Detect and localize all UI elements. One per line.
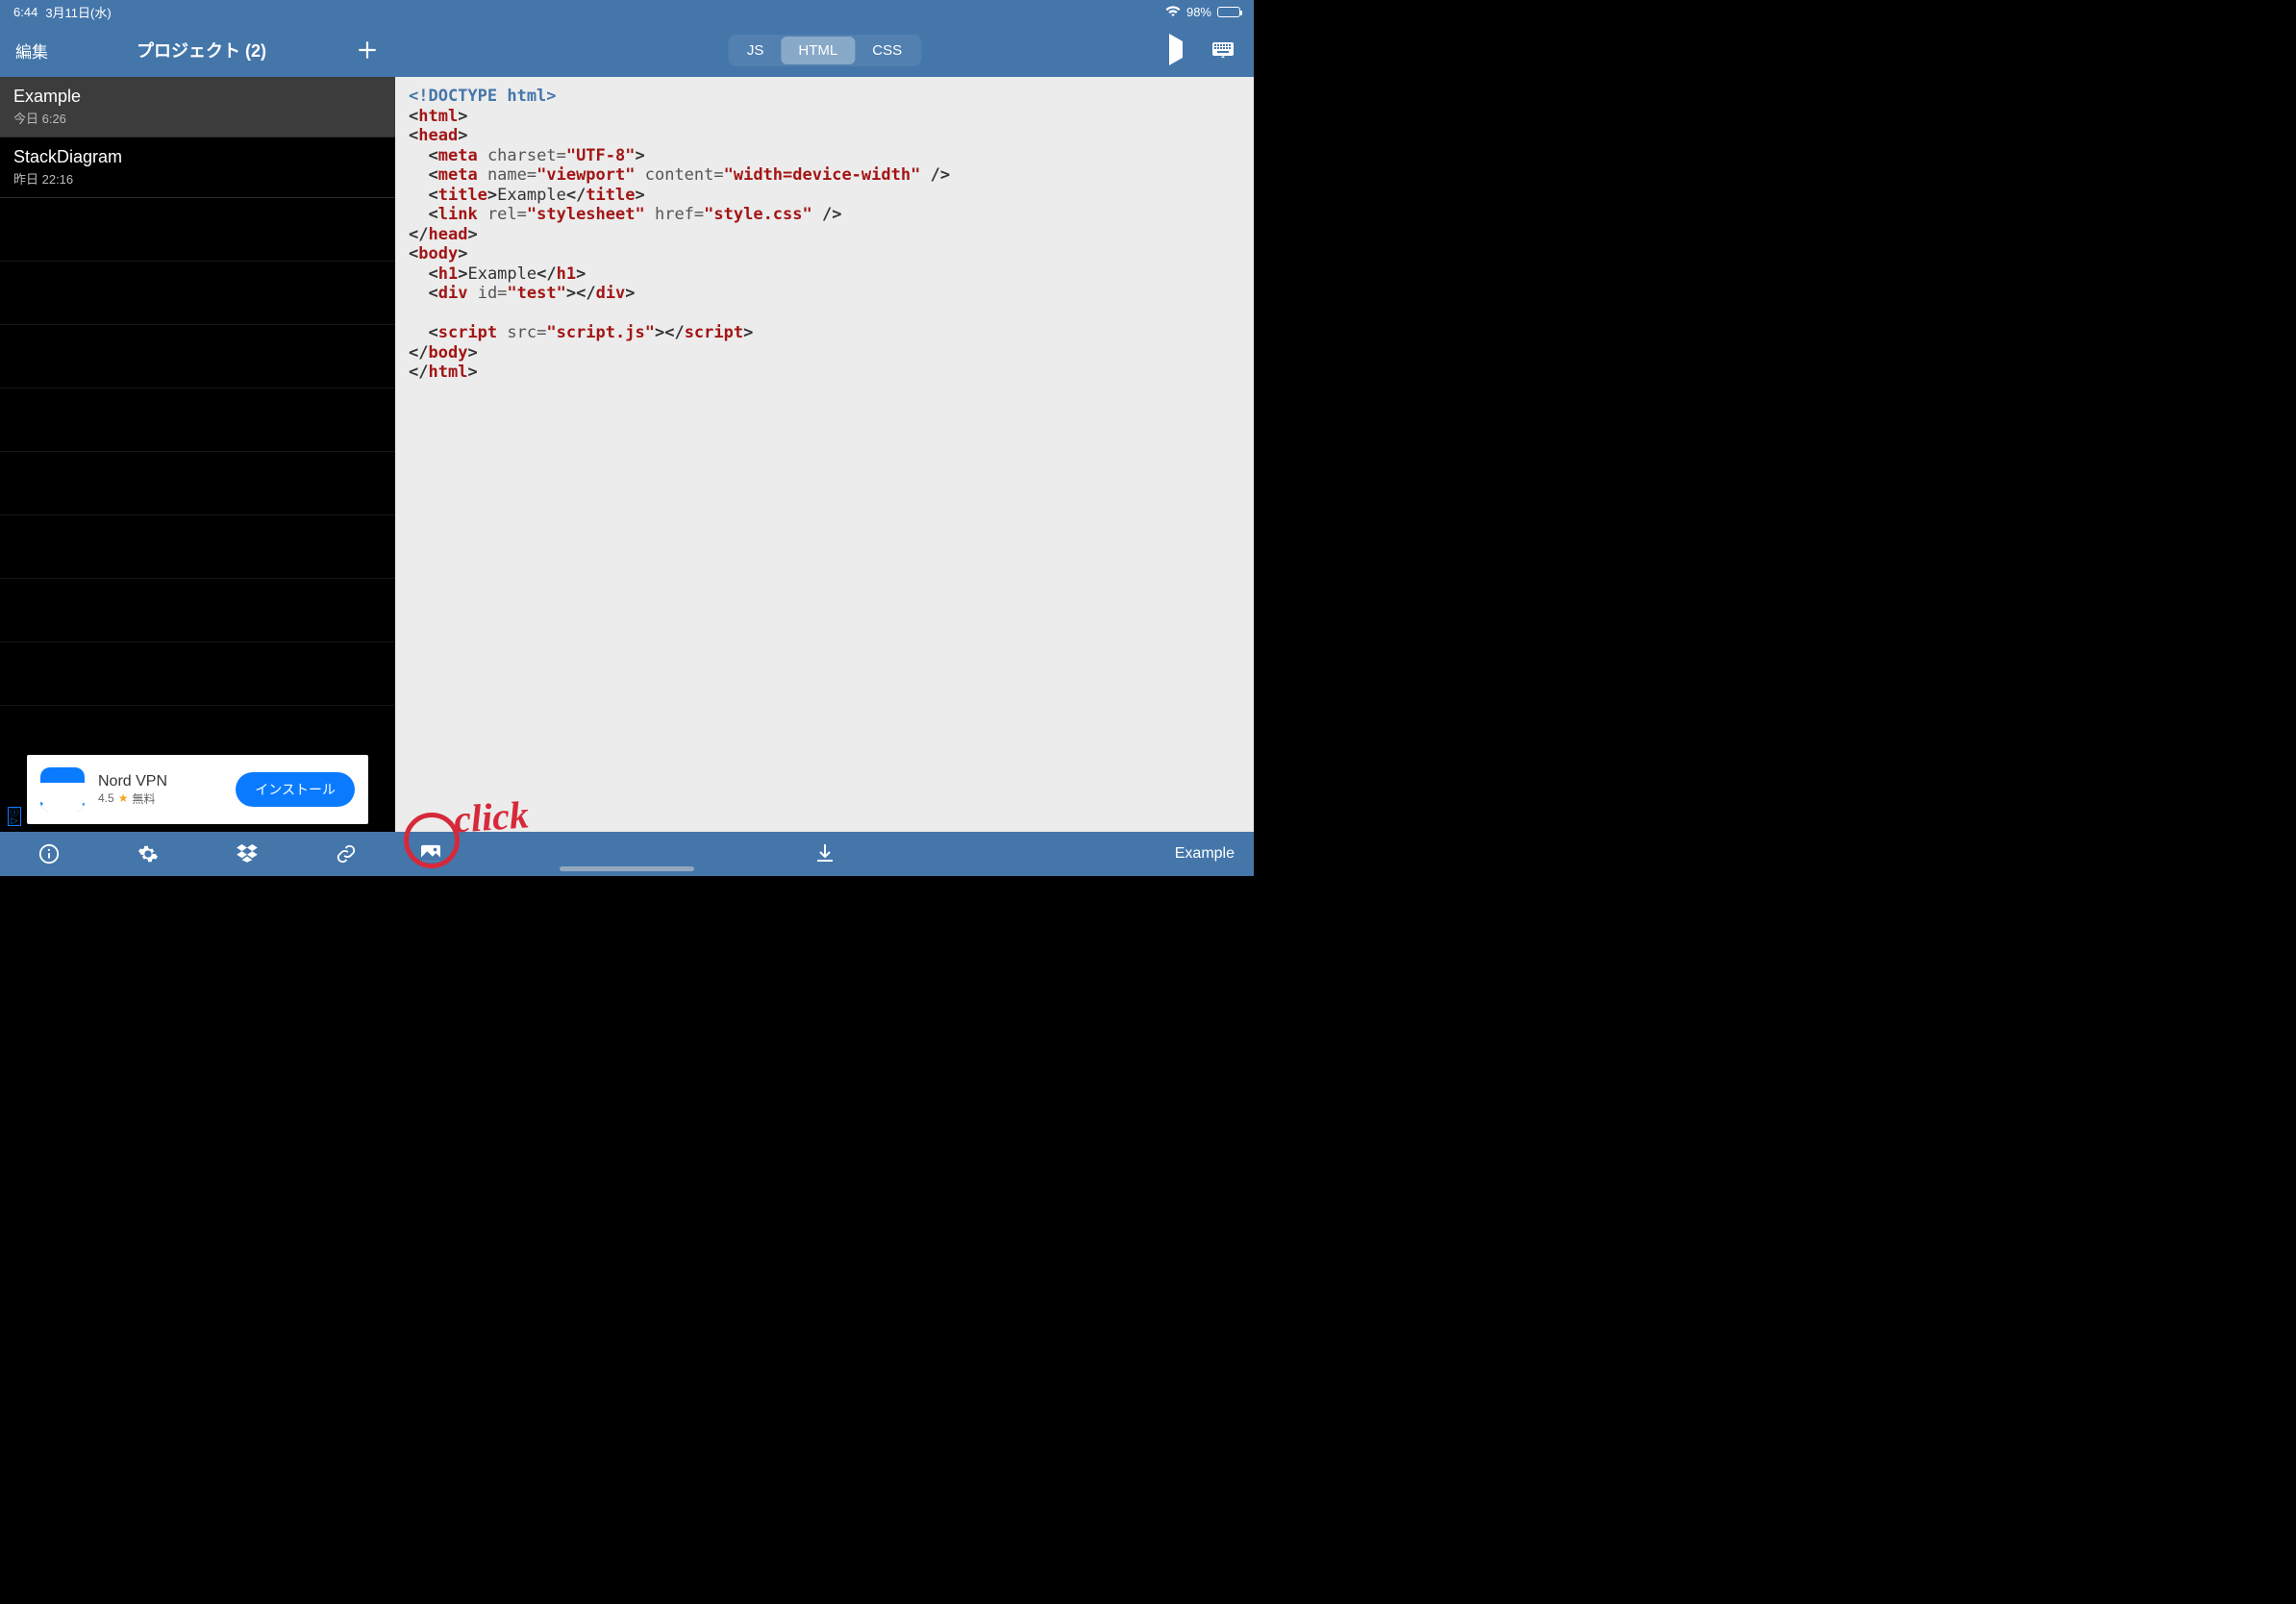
project-name: StackDiagram [13,147,382,167]
project-time: 今日 6:26 [13,109,382,127]
language-tabs: JS HTML CSS [728,35,921,66]
download-button[interactable] [815,843,835,865]
settings-button[interactable] [136,841,161,866]
home-indicator[interactable] [560,866,694,871]
project-item[interactable]: StackDiagram 昨日 22:16 [0,138,395,198]
battery-percent: 98% [1186,5,1211,19]
ad-price: 無料 [132,790,155,807]
play-icon [1169,34,1183,65]
ad-info-badge[interactable]: ⓘ▷ [8,807,21,826]
info-button[interactable] [37,841,62,866]
ad-rating: 4.5 [98,791,114,805]
tab-css[interactable]: CSS [855,37,919,64]
edit-button[interactable]: 編集 [15,38,48,63]
project-name: Example [13,87,382,107]
project-sidebar: Example 今日 6:26 StackDiagram 昨日 22:16 ⓘ▷ No… [0,77,395,832]
battery-icon [1217,7,1240,17]
keyboard-button[interactable] [1211,41,1235,59]
ad-banner[interactable]: ⓘ▷ Nord VPN 4.5 ★ 無料 インストール [27,755,368,824]
dropbox-button[interactable] [235,841,260,866]
bottom-toolbar: Example [0,832,1254,876]
link-button[interactable] [334,841,359,866]
status-time: 6:44 [13,5,37,19]
tab-js[interactable]: JS [730,37,782,64]
ad-install-button[interactable]: インストール [236,772,355,807]
project-item[interactable]: Example 今日 6:26 [0,77,395,138]
status-date: 3月11日(水) [45,3,111,21]
toolbar: 編集 プロジェクト (2) JS HTML CSS [0,23,1254,77]
run-button[interactable] [1169,41,1183,59]
image-button[interactable] [418,841,443,866]
empty-list-area [0,198,395,832]
ad-title: Nord VPN [98,773,222,790]
current-file-label[interactable]: Example [1175,845,1235,863]
wifi-icon [1165,6,1181,17]
star-icon: ★ [118,791,129,805]
code-editor[interactable]: <!DOCTYPE html> <html> <head> <meta char… [395,77,1254,832]
sidebar-title: プロジェクト (2) [137,38,266,63]
project-time: 昨日 22:16 [13,169,382,188]
status-bar: 6:44 3月11日(水) 98% [0,0,1254,23]
tab-html[interactable]: HTML [781,37,855,64]
add-project-button[interactable] [355,38,380,63]
ad-app-icon [40,767,85,812]
